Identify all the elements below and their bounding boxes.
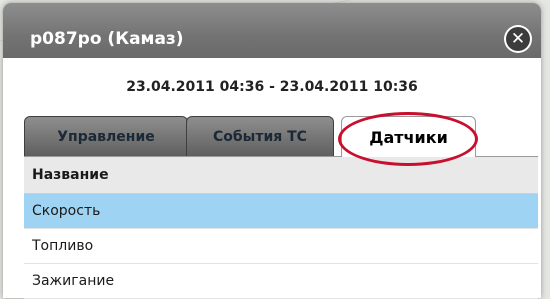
column-header-name[interactable]: Название: [24, 157, 538, 194]
tab-vehicle-events[interactable]: События ТС: [186, 116, 334, 156]
sensor-name: Зажигание: [32, 273, 115, 289]
dialog-titlebar[interactable]: р087ро (Камаз) ✕: [3, 3, 541, 58]
list-item[interactable]: Топливо: [24, 229, 538, 264]
sensors-list: Название Скорость Топливо Зажигание: [24, 156, 538, 299]
list-item[interactable]: Зажигание: [24, 264, 538, 299]
close-button[interactable]: ✕: [504, 25, 532, 53]
list-item[interactable]: Скорость: [24, 194, 538, 229]
tab-control[interactable]: Управление: [24, 116, 188, 156]
close-icon: ✕: [506, 27, 530, 51]
sensor-name: Скорость: [32, 203, 101, 219]
dialog-title: р087ро (Камаз): [30, 29, 184, 49]
tab-sensors[interactable]: Датчики: [341, 116, 476, 157]
sensor-name: Топливо: [32, 238, 94, 254]
date-range: 23.04.2011 04:36 - 23.04.2011 10:36: [126, 79, 418, 95]
